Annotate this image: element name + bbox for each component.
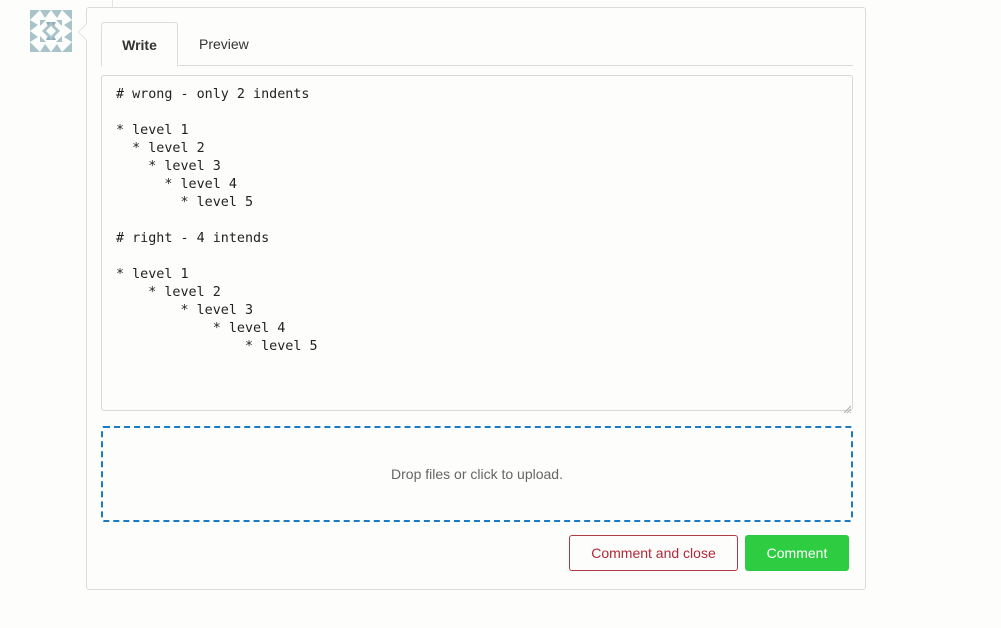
tab-write[interactable]: Write [101, 22, 178, 67]
dropzone-label: Drop files or click to upload. [391, 466, 563, 482]
resize-grip-icon[interactable] [843, 400, 852, 414]
identicon-avatar-icon [30, 10, 72, 52]
comment-button[interactable]: Comment [745, 535, 849, 571]
user-avatar[interactable] [30, 10, 72, 52]
tab-preview[interactable]: Preview [199, 22, 249, 66]
comment-textarea[interactable] [101, 75, 853, 411]
speech-arrow-fill [79, 24, 87, 40]
comment-box: Write Preview Drop files or click to upl… [78, 7, 866, 590]
comment-form-page: Write Preview Drop files or click to upl… [0, 0, 1001, 628]
comment-and-close-button[interactable]: Comment and close [569, 535, 738, 571]
editor-tabs: Write Preview [101, 22, 853, 67]
file-dropzone[interactable]: Drop files or click to upload. [101, 426, 853, 522]
